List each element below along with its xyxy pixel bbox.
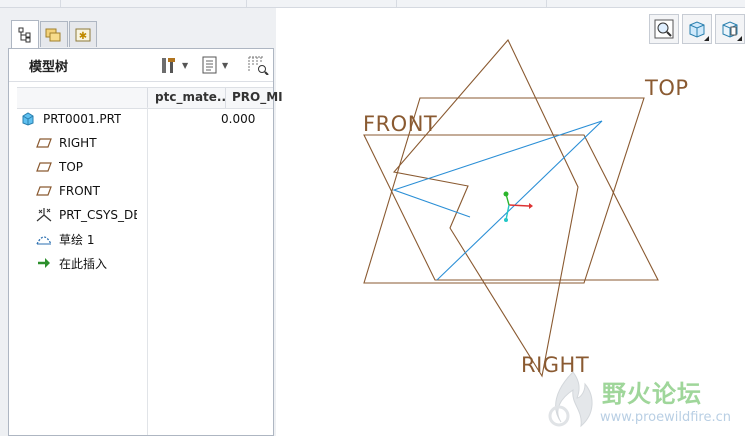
front-plane-label: FRONT: [363, 112, 438, 136]
right-plane[interactable]: [392, 39, 579, 378]
coordinate-system-glyph: [503, 191, 533, 222]
front-plane[interactable]: [363, 134, 659, 281]
watermark-title: 野火论坛: [602, 380, 702, 408]
watermark-url: www.proewildfire.cn: [600, 410, 731, 425]
flame-logo-icon: [548, 371, 593, 428]
forum-watermark: 野火论坛 www.proewildfire.cn: [545, 368, 745, 434]
top-plane-label: TOP: [645, 76, 689, 100]
sketch-geometry: [392, 120, 603, 281]
